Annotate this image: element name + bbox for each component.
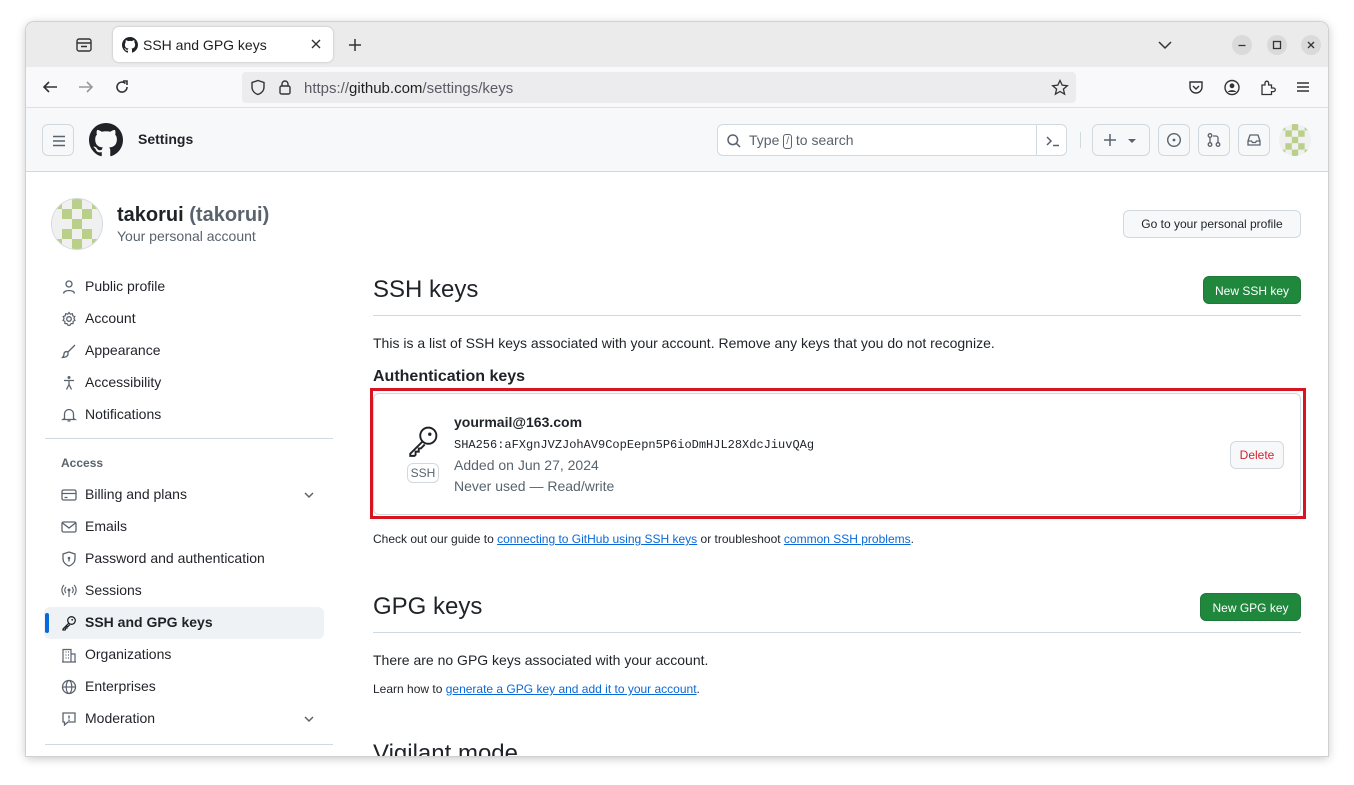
sidebar-item-public-profile[interactable]: Public profile	[44, 271, 324, 303]
ssh-guide-link[interactable]: connecting to GitHub using SSH keys	[497, 532, 697, 546]
sidebar-item-ssh-gpg-keys[interactable]: SSH and GPG keys	[44, 607, 324, 639]
section-divider	[373, 315, 1301, 316]
tab-strip: SSH and GPG keys	[26, 22, 1328, 67]
gpg-empty-text: There are no GPG keys associated with yo…	[373, 652, 709, 668]
shield-icon[interactable]	[250, 79, 266, 96]
section-divider	[373, 632, 1301, 633]
gpg-keys-heading: GPG keys	[373, 593, 483, 620]
bell-icon	[61, 407, 77, 423]
profile-subtitle: Your personal account	[117, 228, 256, 244]
close-window-button[interactable]	[1301, 35, 1321, 55]
create-new-button[interactable]	[1092, 124, 1150, 156]
close-tab-icon[interactable]	[309, 37, 323, 51]
sidebar-item-billing[interactable]: Billing and plans	[44, 479, 324, 511]
issue-icon	[1166, 132, 1182, 148]
github-logo-icon[interactable]	[89, 123, 123, 157]
new-gpg-key-button[interactable]: New GPG key	[1200, 593, 1301, 621]
vigilant-mode-heading: Vigilant mode	[373, 740, 518, 756]
ssh-keys-heading: SSH keys	[373, 276, 479, 303]
sidebar-item-organizations[interactable]: Organizations	[44, 639, 324, 671]
inbox-button[interactable]	[1238, 124, 1270, 156]
organization-icon	[61, 647, 77, 663]
account-icon[interactable]	[1223, 79, 1241, 96]
new-ssh-key-button[interactable]: New SSH key	[1203, 276, 1301, 304]
person-icon	[61, 279, 77, 295]
paintbrush-icon	[61, 343, 77, 359]
back-arrow-icon[interactable]	[41, 79, 59, 95]
sidebar-item-sessions[interactable]: Sessions	[44, 575, 324, 607]
bookmark-star-icon[interactable]	[1051, 79, 1069, 96]
chevron-down-icon[interactable]	[1157, 38, 1173, 52]
lock-icon[interactable]	[278, 79, 292, 96]
tab-ssh-gpg-keys[interactable]: SSH and GPG keys	[113, 27, 333, 62]
url-text: https://github.com/settings/keys	[304, 80, 514, 97]
key-icon	[61, 615, 77, 631]
navigation-bar: https://github.com/settings/keys	[26, 67, 1328, 108]
chevron-down-icon[interactable]	[303, 489, 315, 501]
gpg-learn-link[interactable]: generate a GPG key and add it to your ac…	[446, 682, 697, 696]
maximize-button[interactable]	[1267, 35, 1287, 55]
sidebar-item-emails[interactable]: Emails	[44, 511, 324, 543]
highlight-box	[370, 388, 1306, 519]
pull-request-icon	[1207, 133, 1221, 147]
profile-name[interactable]: takorui (takorui)	[117, 204, 269, 227]
reload-icon[interactable]	[114, 79, 130, 95]
sidebar-item-enterprises[interactable]: Enterprises	[44, 671, 324, 703]
app-menu-icon[interactable]	[1295, 79, 1311, 95]
globe-icon	[61, 679, 77, 695]
sidebar-divider	[45, 744, 333, 745]
browser-window: SSH and GPG keys https://github.com/sett…	[26, 22, 1328, 756]
chevron-down-icon[interactable]	[303, 713, 315, 725]
user-avatar[interactable]	[1279, 124, 1311, 156]
tab-title: SSH and GPG keys	[143, 37, 267, 53]
minimize-button[interactable]	[1232, 35, 1252, 55]
ssh-description: This is a list of SSH keys associated wi…	[373, 335, 995, 351]
tab-overview-icon[interactable]	[73, 34, 95, 56]
search-input[interactable]: Type / to search	[717, 124, 1067, 156]
new-tab-icon[interactable]	[346, 36, 364, 54]
pocket-icon[interactable]	[1187, 79, 1205, 96]
sidebar-item-password[interactable]: Password and authentication	[44, 543, 324, 575]
search-icon	[726, 133, 742, 149]
gear-icon	[61, 311, 77, 327]
sidebar-divider	[45, 438, 333, 439]
sidebar-item-appearance[interactable]: Appearance	[44, 335, 324, 367]
plus-icon	[1104, 134, 1116, 146]
forward-arrow-icon[interactable]	[77, 79, 95, 95]
shield-lock-icon	[61, 551, 77, 567]
broadcast-icon	[61, 583, 77, 599]
sidebar-heading-access: Access	[61, 456, 104, 470]
accessibility-icon	[61, 375, 77, 391]
open-menu-button[interactable]	[42, 124, 74, 156]
pull-requests-button[interactable]	[1198, 124, 1230, 156]
gpg-learn-text: Learn how to generate a GPG key and add …	[373, 682, 700, 696]
hamburger-icon	[53, 135, 65, 147]
report-icon	[61, 711, 77, 727]
command-palette-icon[interactable]	[1036, 125, 1067, 155]
sidebar-item-account[interactable]: Account	[44, 303, 324, 335]
profile-avatar[interactable]	[52, 199, 102, 249]
credit-card-icon	[61, 487, 77, 503]
header-divider	[1080, 132, 1081, 148]
context-title[interactable]: Settings	[138, 131, 193, 147]
authentication-keys-heading: Authentication keys	[373, 368, 526, 385]
sidebar-item-moderation[interactable]: Moderation	[44, 703, 324, 735]
search-placeholder: Type / to search	[749, 132, 854, 149]
github-header: Settings Type / to search	[26, 108, 1328, 172]
sidebar-item-notifications[interactable]: Notifications	[44, 399, 324, 431]
inbox-icon	[1247, 134, 1261, 146]
caret-down-icon	[1128, 139, 1136, 143]
go-to-profile-button[interactable]: Go to your personal profile	[1123, 210, 1301, 238]
issues-button[interactable]	[1158, 124, 1190, 156]
ssh-problems-link[interactable]: common SSH problems	[784, 532, 911, 546]
extensions-icon[interactable]	[1259, 79, 1277, 96]
ssh-guide-text: Check out our guide to connecting to Git…	[373, 532, 914, 546]
sidebar-item-accessibility[interactable]: Accessibility	[44, 367, 324, 399]
url-bar[interactable]: https://github.com/settings/keys	[242, 72, 1076, 103]
mail-icon	[61, 519, 77, 535]
github-favicon-icon	[122, 37, 138, 53]
